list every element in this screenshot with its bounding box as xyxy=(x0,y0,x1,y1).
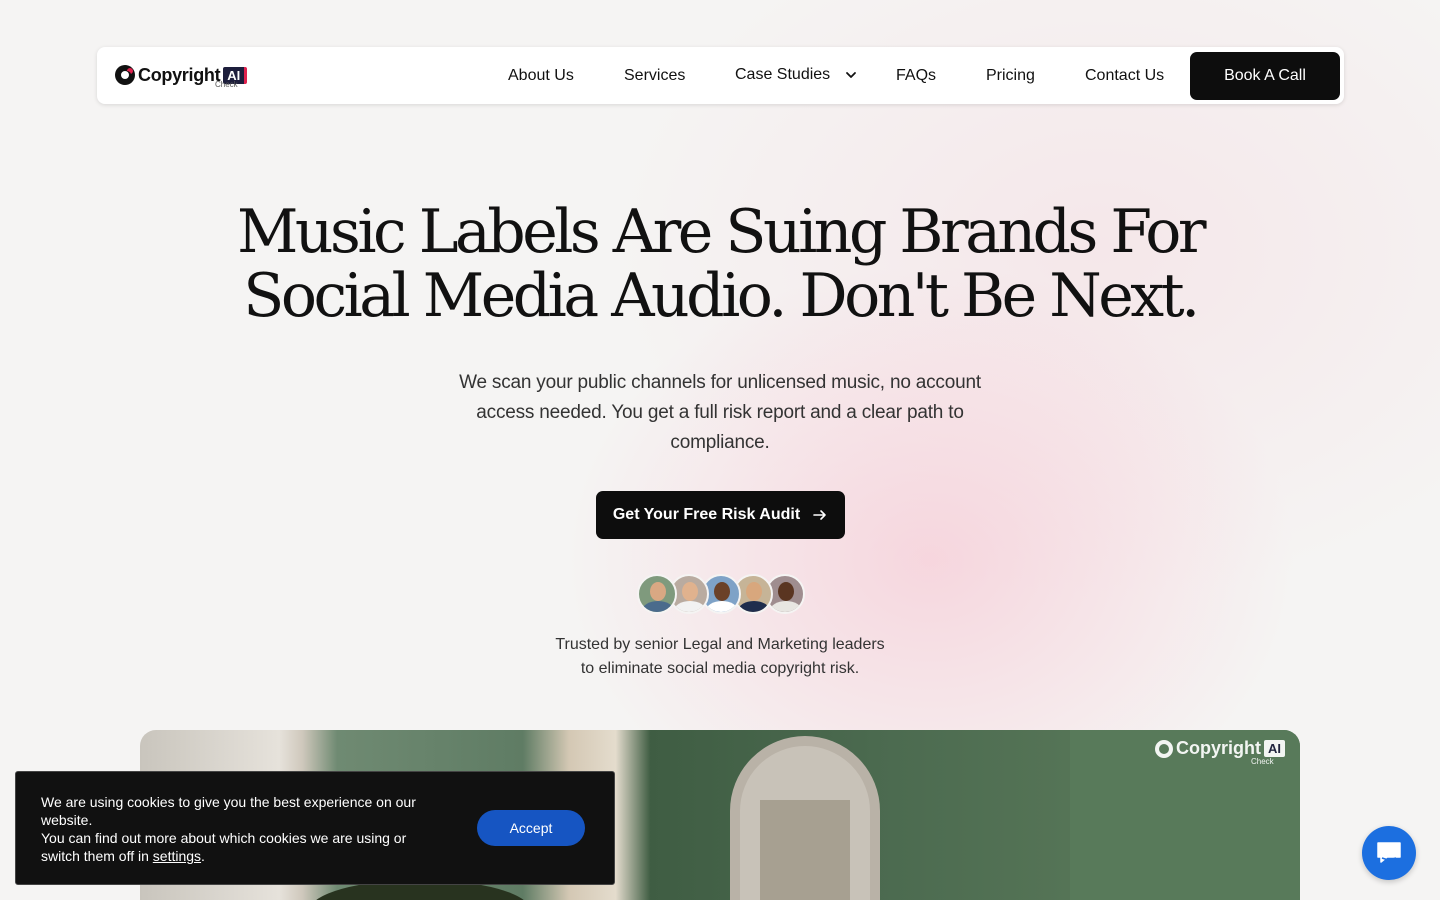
watermark-text: Copyright xyxy=(1176,738,1261,758)
avatar-body xyxy=(706,601,738,612)
cookie-line1: We are using cookies to give you the bes… xyxy=(41,794,416,828)
watermark-subtext: Check xyxy=(1251,757,1274,766)
accept-cookies-button[interactable]: Accept xyxy=(477,810,585,846)
cookie-line2: You can find out more about which cookie… xyxy=(41,829,441,865)
free-risk-audit-button[interactable]: Get Your Free Risk Audit xyxy=(596,491,845,539)
watermark-ai-badge: AI xyxy=(1264,740,1285,757)
avatar-group xyxy=(637,574,805,614)
avatar-face xyxy=(650,582,666,601)
avatar-1-icon xyxy=(637,574,677,614)
video-watermark-logo: Copyright AI Check xyxy=(1155,738,1285,766)
chat-widget-button[interactable] xyxy=(1362,826,1416,880)
hero-title: Music Labels Are Suing Brands For Social… xyxy=(220,200,1220,328)
nav-link-pricing[interactable]: Pricing xyxy=(986,67,1035,85)
cookie-line2-text: You can find out more about which cookie… xyxy=(41,830,407,864)
cookie-banner: We are using cookies to give you the bes… xyxy=(15,771,615,885)
nav-link-services[interactable]: Services xyxy=(624,67,685,85)
avatar-body xyxy=(674,601,706,612)
avatar-body xyxy=(642,601,674,612)
trusted-line2: to eliminate social media copyright risk… xyxy=(580,660,860,677)
arch-mirror-inner xyxy=(760,800,850,900)
top-navbar: Copyright AI Check About Us Services Cas… xyxy=(97,47,1344,104)
logo-text: Copyright xyxy=(138,64,221,85)
trusted-line1: Trusted by senior Legal and Marketing le… xyxy=(555,636,885,653)
copyright-logo-icon xyxy=(115,65,135,85)
nav-link-case-studies[interactable]: Case Studies xyxy=(735,66,830,84)
nav-link-contact[interactable]: Contact Us xyxy=(1085,67,1164,85)
copyright-watermark-icon xyxy=(1155,739,1173,758)
chat-bubble-icon xyxy=(1377,842,1401,863)
cookie-settings-link[interactable]: settings xyxy=(153,848,201,864)
avatar-face xyxy=(746,582,762,601)
cta-label: Get Your Free Risk Audit xyxy=(612,506,801,523)
nav-link-faqs[interactable]: FAQs xyxy=(896,67,936,85)
arrow-right-icon xyxy=(813,510,826,520)
cookie-line2-suffix: . xyxy=(201,848,205,864)
logo-subtext: Check xyxy=(215,80,238,89)
avatar-face xyxy=(778,582,794,601)
chevron-down-icon[interactable] xyxy=(845,69,857,81)
book-call-button[interactable]: Book A Call xyxy=(1190,52,1340,100)
hero-subtitle: We scan your public channels for unlicen… xyxy=(459,372,981,453)
avatar-face xyxy=(714,582,730,601)
avatar-face xyxy=(682,582,698,601)
avatar-body xyxy=(738,601,770,612)
trusted-by-text: Trusted by senior Legal and Marketing le… xyxy=(520,633,920,681)
cookie-message: We are using cookies to give you the bes… xyxy=(41,793,441,865)
brand-logo[interactable]: Copyright AI Check xyxy=(115,62,248,89)
hero-title-line1: Music Labels Are Suing Brands For xyxy=(236,197,1207,267)
hero-title-line2: Social Media Audio. Don't Be Next. xyxy=(243,261,1200,331)
avatar-body xyxy=(770,601,802,612)
nav-link-about[interactable]: About Us xyxy=(508,67,574,85)
